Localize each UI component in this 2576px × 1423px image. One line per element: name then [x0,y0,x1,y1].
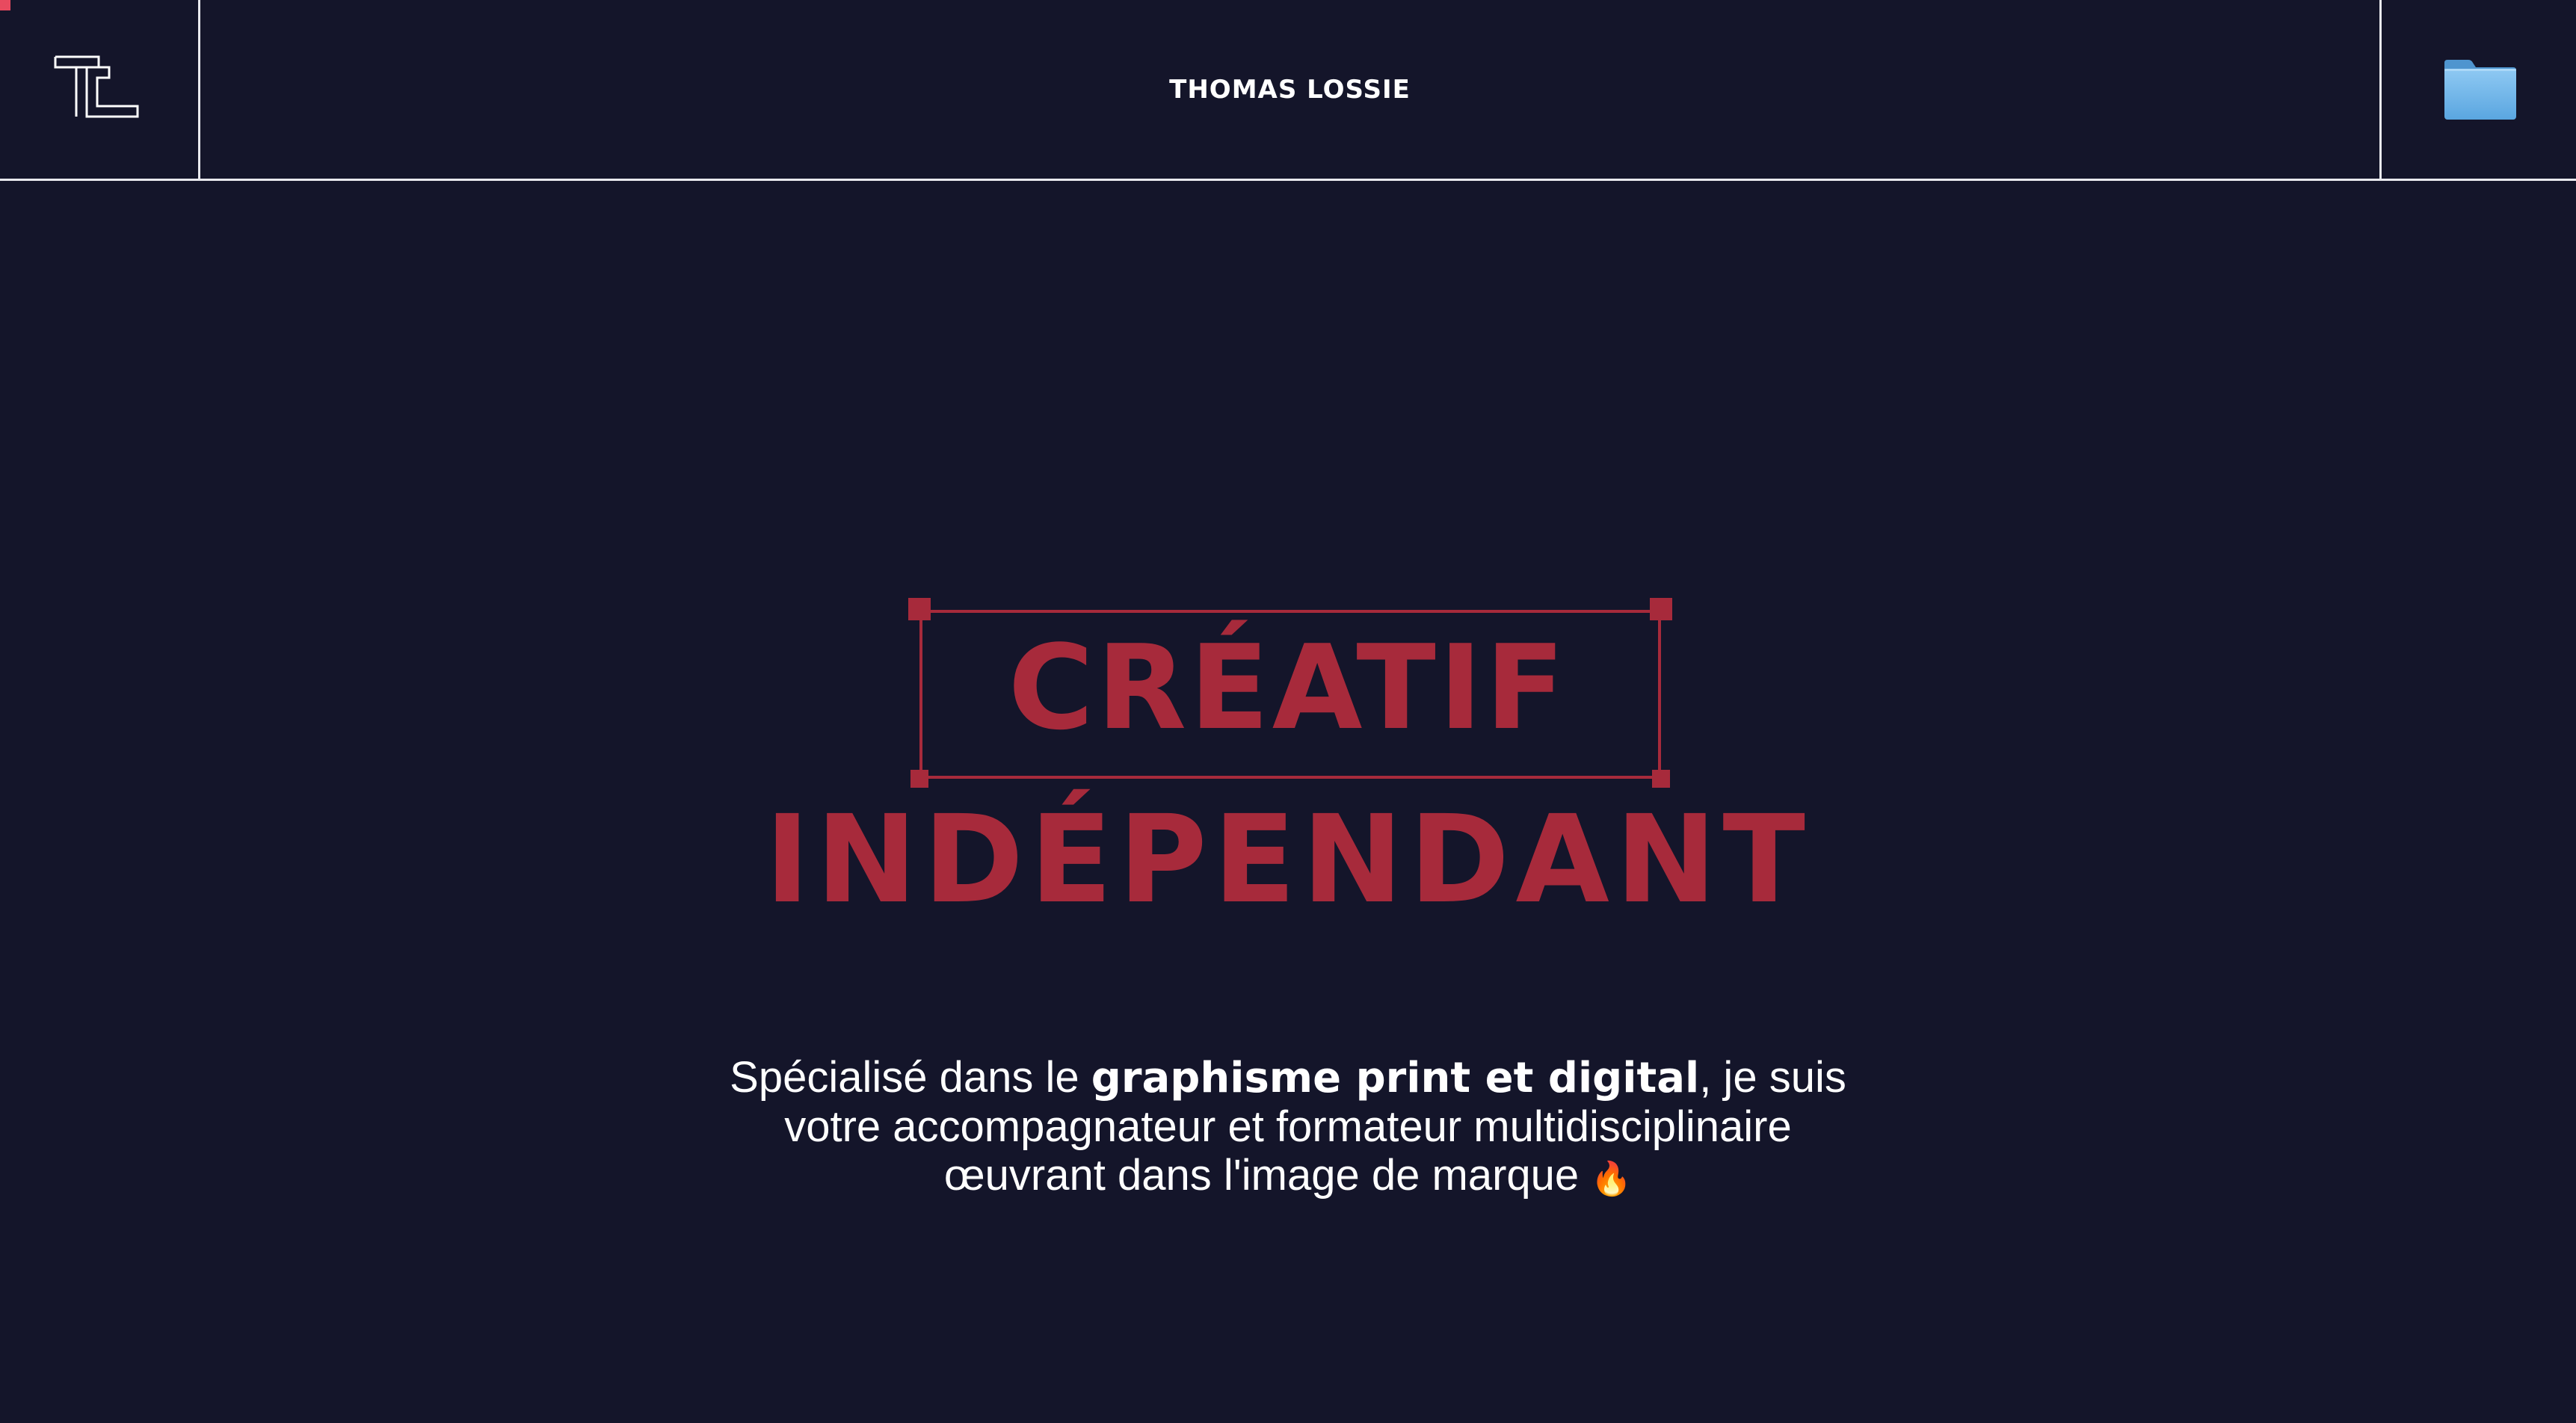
hero-description: Spécialisé dans le graphisme print et di… [0,1053,2576,1203]
description-line-3: œuvrant dans l'image de marque [943,1151,1580,1200]
hero-section: CRÉATIF INDÉPENDANT Spécialisé dans le g… [0,181,2576,1423]
headline-creatif: CRÉATIF [1008,620,1568,756]
headline-independant: INDÉPENDANT [765,790,1811,930]
description-line-2: votre accompagnateur et formateur multid… [784,1102,1792,1151]
description-text-end: , je suis [1699,1053,1846,1102]
frame-handle-bottom-right [1652,770,1670,788]
fire-emoji-icon: 🔥 [1591,1161,1633,1197]
frame-handle-top-right [1650,598,1672,620]
site-header: THOMAS LOSSIE [0,0,2576,181]
logo-link[interactable] [0,0,200,179]
portfolio-menu-button[interactable] [2379,0,2576,179]
site-title-area: THOMAS LOSSIE [200,0,2379,179]
description-highlight: graphisme print et digital [1091,1054,1700,1102]
frame-handle-top-left [908,598,931,620]
folder-icon [2444,60,2516,120]
frame-handle-bottom-left [910,770,928,788]
tl-monogram-logo-icon [54,55,139,118]
description-text-start: Spécialisé dans le [730,1053,1091,1102]
site-title[interactable]: THOMAS LOSSIE [1169,75,1411,105]
